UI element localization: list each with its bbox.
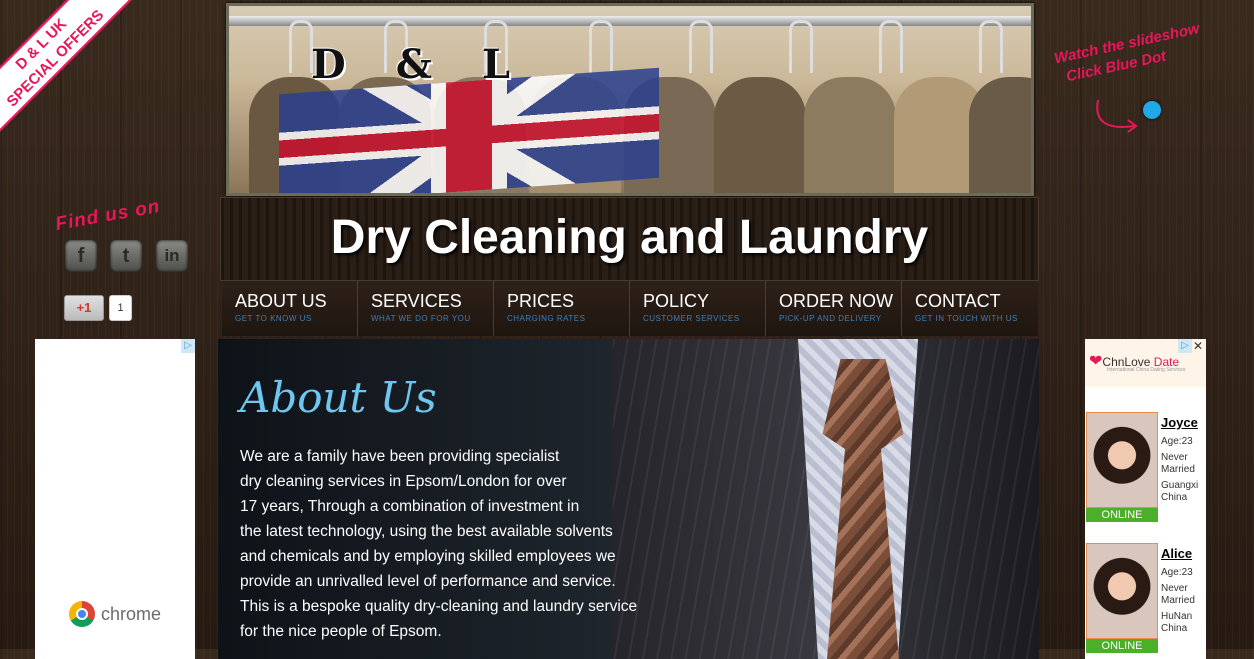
ribbon-label[interactable]: D & L UK SPECIAL OFFERS	[0, 0, 140, 140]
nav-label: POLICY	[643, 291, 710, 311]
profile-info: Age:23 Never Married Guangxi China	[1161, 436, 1199, 503]
linkedin-icon[interactable]: in	[156, 240, 188, 272]
adchoices-icon[interactable]: ▷	[1178, 339, 1192, 353]
nav-about-us[interactable]: ABOUT US GET TO KNOW US	[222, 281, 358, 336]
profile-name[interactable]: Joyce	[1161, 415, 1198, 430]
nav-policy[interactable]: POLICY CUSTOMER SERVICES	[630, 281, 766, 336]
profile-name[interactable]: Alice	[1161, 546, 1192, 561]
nav-sublabel: PICK-UP AND DELIVERY	[779, 314, 882, 323]
gplus-count: 1	[109, 295, 132, 321]
gplus-label: +1	[76, 300, 92, 315]
nav-label: SERVICES	[371, 291, 462, 311]
left-advert[interactable]: ▷ chrome	[35, 339, 195, 659]
find-us-heading: Find us on	[53, 195, 162, 236]
close-icon[interactable]: ✕	[1192, 340, 1204, 352]
adchoices-icon[interactable]: ▷	[181, 339, 195, 353]
nav-sublabel: CUSTOMER SERVICES	[643, 314, 740, 323]
nav-label: PRICES	[507, 291, 575, 311]
nav-contact[interactable]: CONTACT GET IN TOUCH WITH US	[902, 281, 1038, 336]
google-plus-button[interactable]: +1	[64, 295, 104, 321]
nav-sublabel: GET IN TOUCH WITH US	[915, 314, 1018, 323]
online-badge: ONLINE	[1086, 639, 1158, 653]
nav-label: ORDER NOW	[779, 291, 893, 311]
dl-logo: D & L	[311, 41, 516, 88]
main-nav: ABOUT US GET TO KNOW US SERVICES WHAT WE…	[222, 281, 1040, 336]
slideshow-note: Watch the slideshow Click Blue Dot	[1052, 20, 1202, 86]
heart-icon: ❤	[1089, 353, 1103, 370]
profile-photo[interactable]	[1086, 543, 1158, 639]
nav-prices[interactable]: PRICES CHARGING RATES	[494, 281, 630, 336]
curved-arrow-icon	[1096, 99, 1138, 133]
right-advert[interactable]: ❤ChnLove Date International China Dating…	[1085, 339, 1206, 659]
about-section: About Us We are a family have been provi…	[218, 339, 1039, 659]
site-title-bar: Dry Cleaning and Laundry	[220, 197, 1039, 281]
about-title: About Us	[240, 373, 437, 422]
site-title: Dry Cleaning and Laundry	[330, 211, 929, 264]
facebook-icon[interactable]: f	[65, 240, 97, 272]
slideshow-blue-dot[interactable]	[1143, 101, 1161, 119]
nav-label: ABOUT US	[235, 291, 327, 311]
clothes-rail	[229, 16, 1031, 26]
profile-info: Age:23 Never Married HuNan China	[1161, 567, 1195, 634]
nav-services[interactable]: SERVICES WHAT WE DO FOR YOU	[358, 281, 494, 336]
chrome-brand: chrome	[101, 604, 162, 624]
nav-label: CONTACT	[915, 291, 1001, 311]
online-badge: ONLINE	[1086, 508, 1158, 522]
twitter-icon[interactable]: t	[110, 240, 142, 272]
nav-order-now[interactable]: ORDER NOW PICK-UP AND DELIVERY	[766, 281, 902, 336]
profile-card[interactable]: Joyce Age:23 Never Married Guangxi China…	[1085, 412, 1206, 522]
profile-card[interactable]: Alice Age:23 Never Married HuNan China O…	[1085, 543, 1206, 653]
nav-sublabel: WHAT WE DO FOR YOU	[371, 314, 471, 323]
header-banner: D & L	[226, 3, 1034, 196]
chnlove-tagline: International China Dating Services	[1107, 367, 1186, 373]
chnlove-header: ❤ChnLove Date International China Dating…	[1085, 339, 1206, 387]
about-text: We are a family have been providing spec…	[240, 448, 638, 640]
nav-sublabel: GET TO KNOW US	[235, 314, 312, 323]
chrome-logo-icon	[69, 601, 95, 627]
nav-sublabel: CHARGING RATES	[507, 314, 586, 323]
special-offers-ribbon[interactable]: D & L UK SPECIAL OFFERS	[0, 0, 140, 140]
profile-photo[interactable]	[1086, 412, 1158, 508]
